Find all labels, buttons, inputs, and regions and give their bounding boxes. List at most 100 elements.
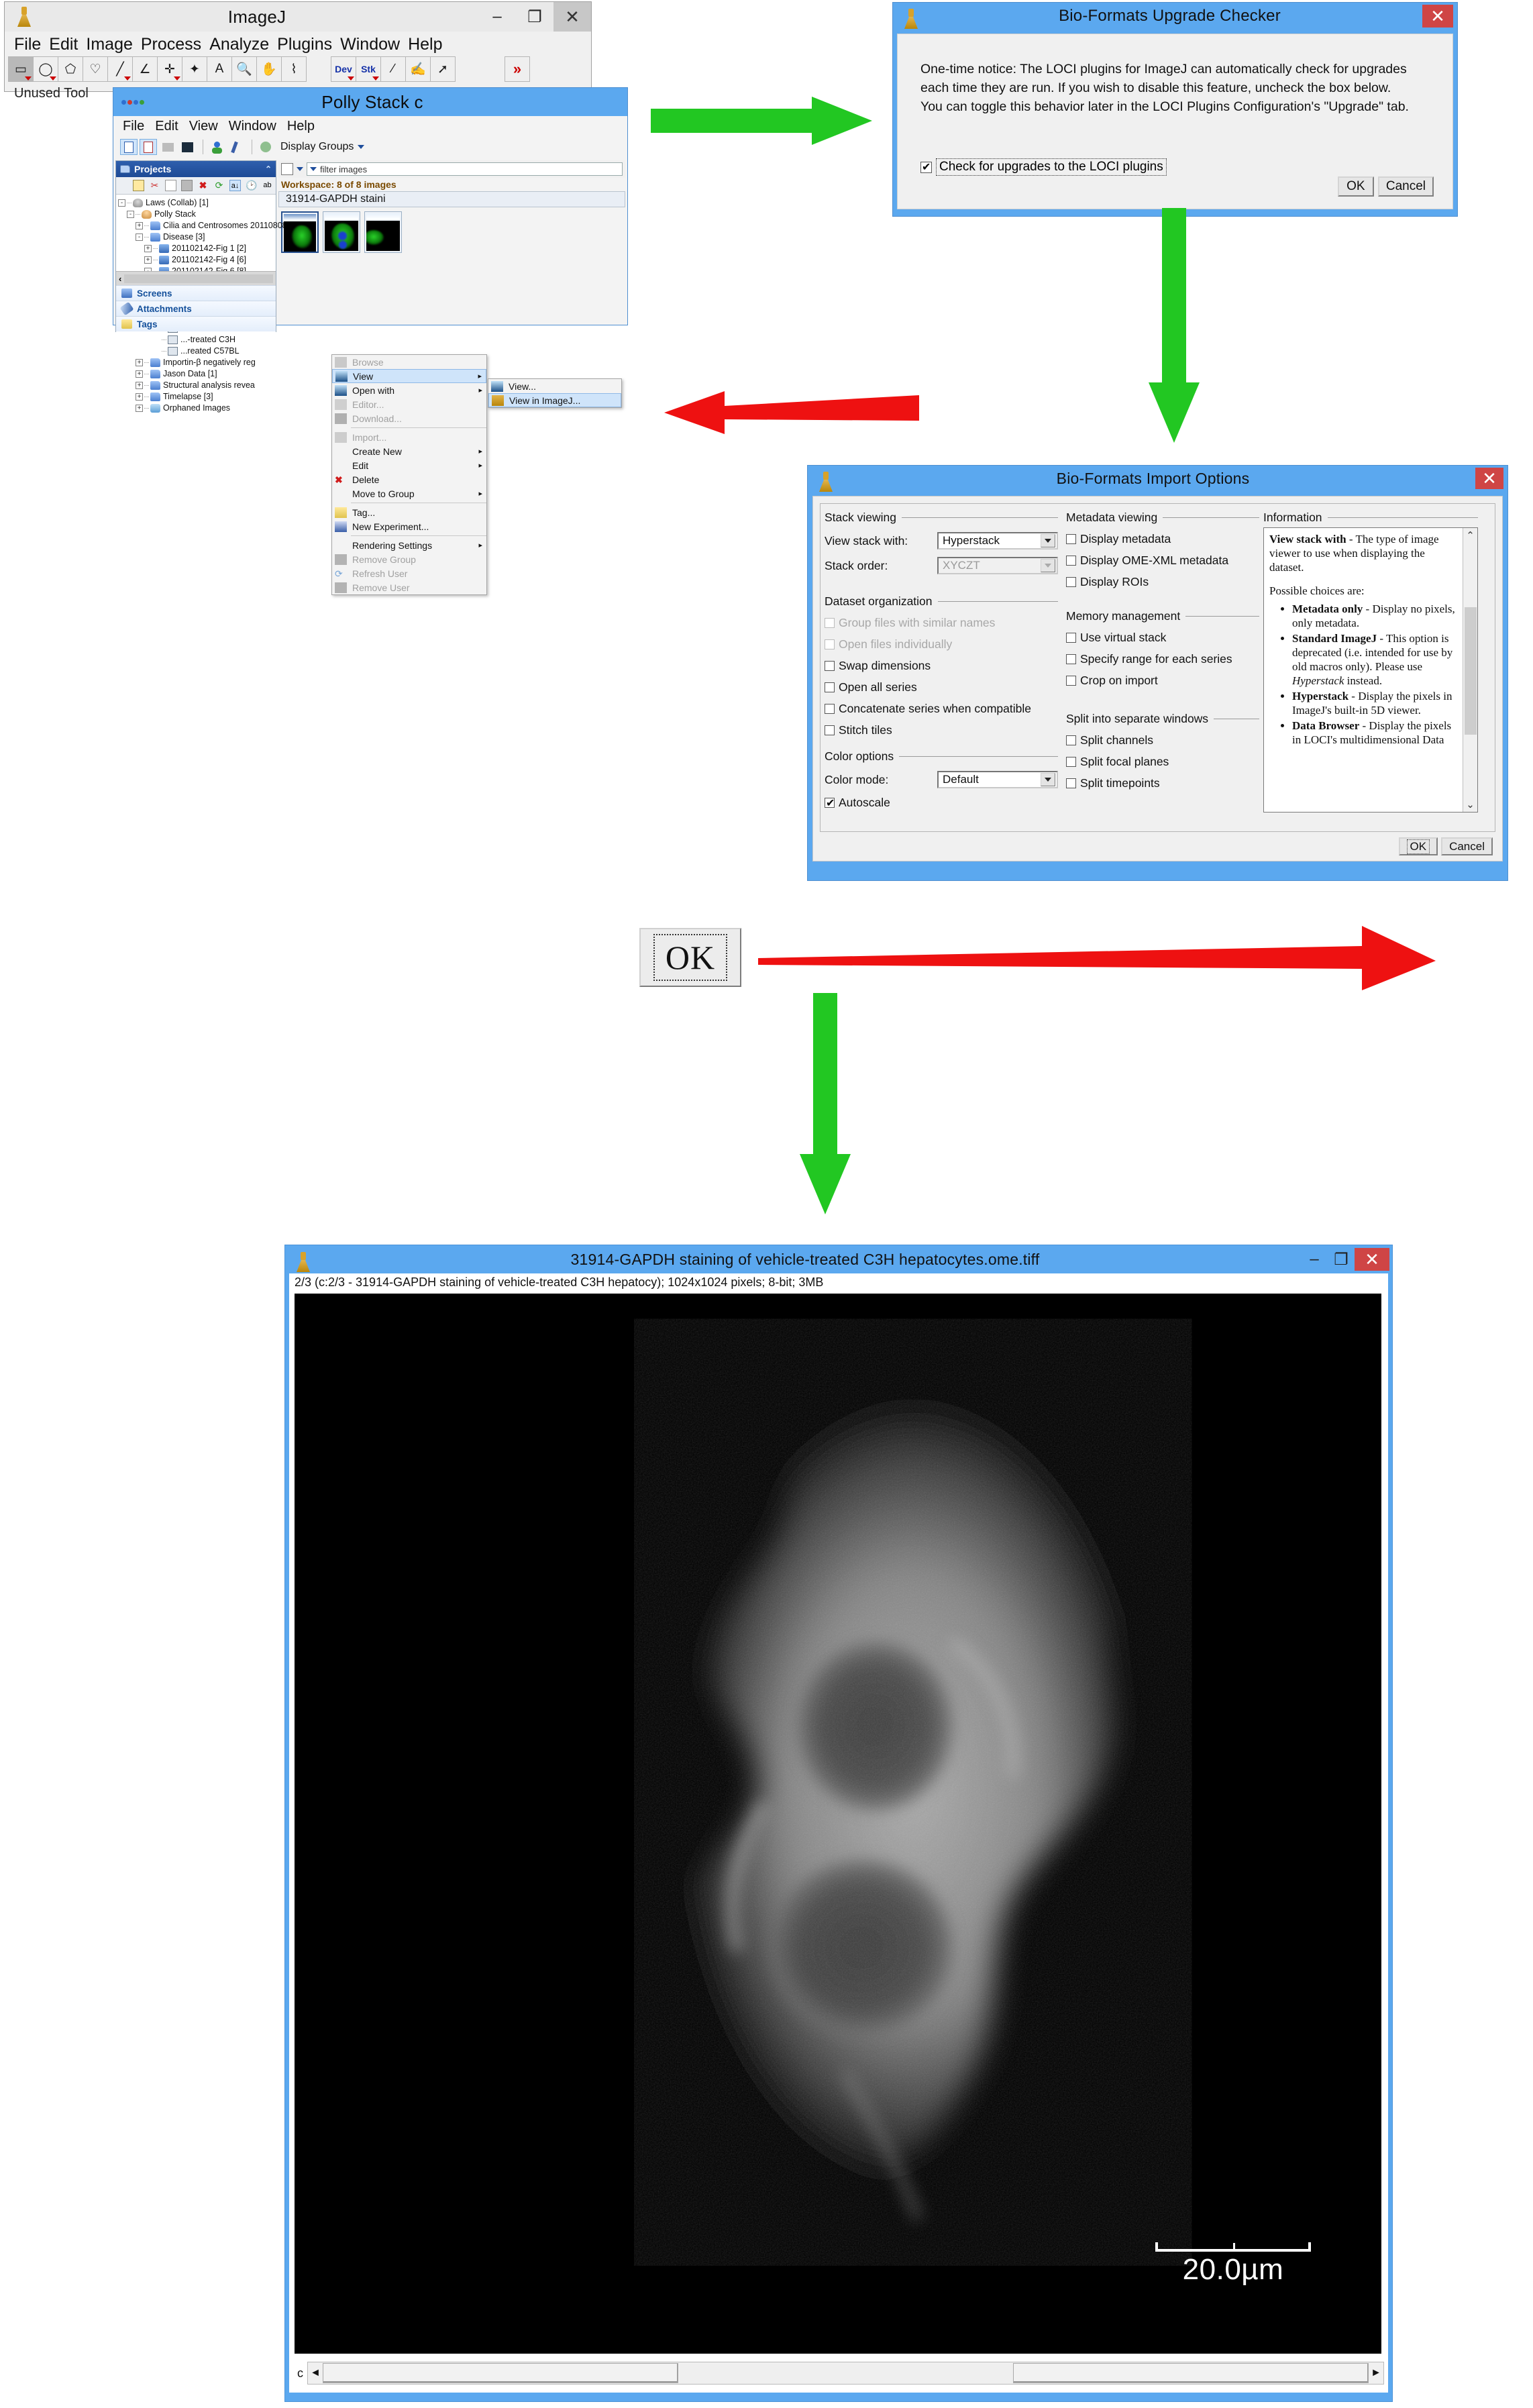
point-tool[interactable]: ✛ [157,56,182,82]
expand-icon[interactable]: + [136,393,143,401]
menu-edit[interactable]: Edit [49,33,86,56]
sort-az-icon[interactable]: a↓ [229,180,241,191]
expand-icon[interactable]: + [136,222,143,229]
expand-icon[interactable]: + [136,405,143,412]
polygon-tool[interactable]: ⬠ [58,56,83,82]
autoscale-row[interactable]: Autoscale [825,796,1058,810]
funnel-filter-icon[interactable] [281,163,293,175]
expand-icon[interactable]: + [136,359,143,366]
grid-view-icon[interactable] [159,139,176,155]
checkbox-icon[interactable] [1066,757,1076,767]
polly-titlebar[interactable]: Polly Stack c [113,88,627,116]
scrollbar-thumb[interactable] [1464,607,1477,735]
dropper-tool[interactable]: ⌇ [281,56,307,82]
ok-button[interactable]: OK [1337,176,1374,197]
back-icon[interactable]: ‹ [119,274,121,284]
tree-item[interactable]: ...reated C57BL [118,346,274,357]
sort-abc-icon[interactable]: ab [262,180,273,191]
scroll-up-icon[interactable]: ⌃ [1466,528,1475,543]
tree-item[interactable]: - Laws (Collab) [1] [118,197,274,209]
expand-icon[interactable]: + [136,382,143,389]
new-experiment-icon[interactable] [227,139,245,155]
freehand-tool[interactable]: ♡ [83,56,108,82]
checkbox-row[interactable]: Display ROIs [1066,575,1259,589]
upgrade-titlebar[interactable]: Bio-Formats Upgrade Checker ✕ [893,3,1457,30]
checkbox-icon[interactable] [1066,556,1076,566]
menu-item[interactable]: Rendering Settings ▸ [332,538,486,552]
checkbox-row[interactable]: Concatenate series when compatible [825,702,1058,716]
menu-process[interactable]: Process [141,33,209,56]
cancel-button[interactable]: Cancel [1441,837,1493,855]
metadata-view-icon[interactable] [140,139,157,155]
checkbox-icon[interactable] [1066,534,1076,544]
close-icon[interactable]: ✕ [1422,5,1453,28]
checkbox-icon[interactable] [825,682,835,692]
checkbox-icon[interactable] [1066,778,1076,788]
image-canvas[interactable]: 20.0µm [295,1294,1381,2354]
sidebar-item-screens[interactable]: Screens [116,285,276,301]
collapse-icon[interactable]: - [136,233,143,241]
angle-tool[interactable]: ∠ [132,56,158,82]
checkbox-icon[interactable] [825,796,835,810]
fill-tool[interactable]: ✍ [405,56,431,82]
menu-item[interactable]: View... [488,379,621,393]
menu-item[interactable]: Open with ▸ [332,383,486,397]
checkbox-row[interactable]: Split timepoints [1066,776,1259,790]
scrollbar-thumb[interactable] [323,2363,679,2383]
menu-item[interactable]: Move to Group ▸ [332,486,486,501]
tree-item[interactable]: +201102142-Fig 1 [2] [118,243,274,254]
maximize-icon[interactable]: ❐ [1328,1245,1355,1273]
checkbox-row[interactable]: Open all series [825,680,1058,694]
checkbox-icon[interactable] [825,725,835,735]
chevron-down-icon[interactable] [1041,773,1055,786]
tree-item[interactable]: + Timelapse [3] [118,391,274,403]
color-mode-select[interactable]: Default [937,771,1058,788]
import-titlebar[interactable]: Bio-Formats Import Options ✕ [808,466,1508,491]
checkbox-row[interactable]: Use virtual stack [1066,631,1259,645]
arrow-tool[interactable]: ➚ [430,56,456,82]
copy-icon[interactable] [165,180,176,191]
menu-item[interactable]: Tag... [332,505,486,519]
menu-item[interactable]: ✖ Delete [332,472,486,486]
scroll-down-icon[interactable]: ⌄ [1466,797,1475,812]
sidebar-item-tags[interactable]: Tags [116,316,276,331]
checkbox-icon[interactable] [1066,633,1076,643]
tool-dropdown-icon[interactable] [372,76,379,81]
menu-window[interactable]: Window [340,33,408,56]
polly-menu-file[interactable]: File [123,119,144,134]
dev-tool[interactable]: Dev [331,56,356,82]
menu-item[interactable]: Edit ▸ [332,458,486,472]
tool-dropdown-icon[interactable] [174,76,180,81]
new-icon[interactable] [133,180,144,191]
rectangle-tool[interactable]: ▭ [8,56,34,82]
refresh-icon[interactable]: ⟳ [213,180,225,191]
oval-tool[interactable]: ◯ [33,56,58,82]
checkbox-icon[interactable] [1066,654,1076,664]
paste-icon[interactable] [181,180,193,191]
menu-image[interactable]: Image [86,33,140,56]
close-icon[interactable]: ✕ [1475,468,1503,489]
collapse-icon[interactable]: - [118,199,125,207]
magnifier-tool[interactable]: 🔍 [231,56,257,82]
add-user-icon[interactable] [208,139,225,155]
chevron-down-icon[interactable] [1041,534,1055,547]
sidebar-item-attachments[interactable]: Attachments [116,301,276,316]
checkbox-row[interactable]: Stitch tiles [825,723,1058,737]
tree-item[interactable]: + Importin-β negatively reg [118,357,274,368]
stk-tool[interactable]: Stk [356,56,381,82]
cancel-button[interactable]: Cancel [1377,176,1434,197]
close-icon[interactable]: ✕ [553,2,591,32]
polly-menu-view[interactable]: View [189,119,218,134]
polly-menu-help[interactable]: Help [287,119,315,134]
checkbox-icon[interactable] [1066,577,1076,587]
expand-icon[interactable]: + [144,245,152,252]
checkbox-row[interactable]: Specify range for each series [1066,652,1259,666]
polly-menu-edit[interactable]: Edit [155,119,178,134]
tree-item[interactable]: + Jason Data [1] [118,368,274,380]
cut-icon[interactable]: ✂ [149,180,160,191]
maximize-icon[interactable]: ❐ [516,2,553,32]
expand-icon[interactable]: + [144,256,152,264]
expand-icon[interactable]: + [136,370,143,378]
text-tool[interactable]: A [207,56,232,82]
scrollbar-track[interactable] [323,2363,1369,2383]
